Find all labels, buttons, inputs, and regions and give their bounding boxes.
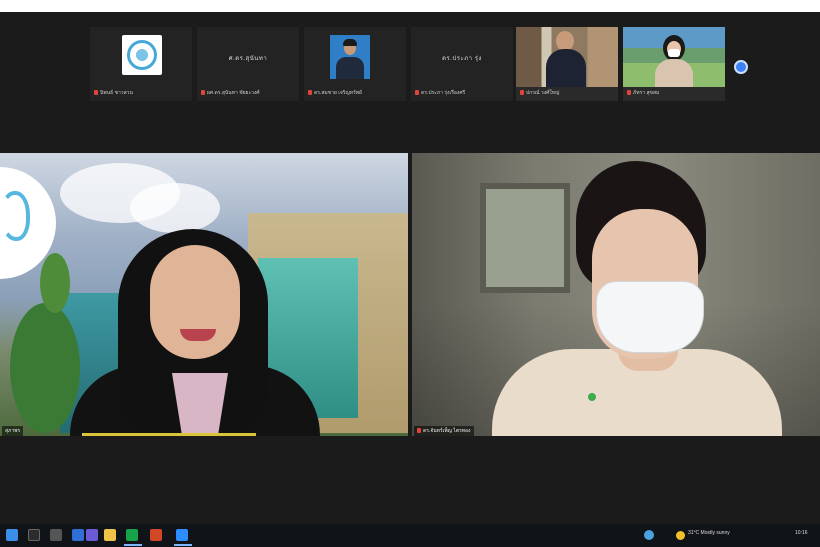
wall-painting bbox=[480, 183, 570, 293]
participant-initials: ดร.ประภา รุ่ง bbox=[442, 56, 482, 62]
more-participants-arrow-icon[interactable] bbox=[734, 60, 748, 74]
participant-name: ดร.สมชาย เจริญทรัพย์ bbox=[314, 90, 362, 96]
participant-tile-6[interactable]: ภัทรา สุขสม bbox=[623, 27, 725, 101]
muted-mic-icon bbox=[627, 90, 631, 96]
main-video-right[interactable] bbox=[412, 153, 820, 436]
video-name-label-right: ดร.จันทร์เพ็ญ ไตรทอง bbox=[414, 426, 474, 436]
participant-name: นิพนธ์ ชาวสวน bbox=[100, 90, 133, 96]
participant-tile-3[interactable]: ดร.สมชาย เจริญทรัพย์ bbox=[304, 27, 406, 101]
task-view-icon[interactable] bbox=[50, 529, 62, 541]
participant-tile-2[interactable]: ศ.ดร.สุนันทา ผศ.ดร.สุนันทา ชัยยะวงศ์ bbox=[197, 27, 299, 101]
start-icon[interactable] bbox=[6, 529, 18, 541]
participant-tile-1[interactable]: นิพนธ์ ชาวสวน bbox=[90, 27, 192, 101]
line-icon[interactable] bbox=[126, 529, 138, 541]
profile-photo bbox=[330, 35, 370, 79]
weather-text[interactable]: 31°C Mostly sunny bbox=[688, 530, 730, 536]
search-icon[interactable] bbox=[28, 529, 40, 541]
muted-mic-icon bbox=[94, 90, 98, 96]
muted-mic-icon bbox=[417, 428, 421, 434]
muted-mic-icon bbox=[201, 90, 205, 96]
muted-mic-icon bbox=[520, 90, 524, 96]
main-video-left[interactable] bbox=[0, 153, 408, 436]
participant-initials: ศ.ดร.สุนันทา bbox=[228, 56, 268, 62]
participant-video bbox=[623, 27, 725, 87]
clock[interactable]: 10:16 bbox=[795, 530, 808, 536]
university-logo-avatar bbox=[122, 35, 162, 75]
weather-icon bbox=[676, 531, 685, 540]
widgets-icon[interactable] bbox=[72, 529, 84, 541]
network-status-icon[interactable] bbox=[644, 530, 654, 540]
muted-mic-icon bbox=[415, 90, 419, 96]
participant-tile-5[interactable]: ปกรณ์ วงศ์ใหญ่ bbox=[516, 27, 618, 101]
participant-video bbox=[516, 27, 618, 87]
face-mask bbox=[596, 281, 704, 353]
participant-name: ปกรณ์ วงศ์ใหญ่ bbox=[526, 90, 560, 96]
muted-mic-icon bbox=[308, 90, 312, 96]
zoom-icon[interactable] bbox=[176, 529, 188, 541]
file-explorer-icon[interactable] bbox=[104, 529, 116, 541]
participant-tile-4[interactable]: ดร.ประภา รุ่ง ดร.ประภา รุ่งเรืองศรี bbox=[411, 27, 513, 101]
chat-icon[interactable] bbox=[86, 529, 98, 541]
participant-strip: นิพนธ์ ชาวสวน ศ.ดร.สุนันทา ผศ.ดร.สุนันทา… bbox=[90, 27, 750, 101]
windows-taskbar: 31°C Mostly sunny 10:16 bbox=[0, 524, 820, 547]
participant-name: ผศ.ดร.สุนันทา ชัยยะวงศ์ bbox=[207, 90, 260, 96]
participant-name: ดร.ประภา รุ่งเรืองศรี bbox=[421, 90, 466, 96]
powerpoint-icon[interactable] bbox=[150, 529, 162, 541]
participant-name: ภัทรา สุขสม bbox=[633, 90, 660, 96]
video-name-label-left: สุภาพร bbox=[2, 426, 24, 436]
active-speaker-indicator bbox=[82, 433, 256, 436]
